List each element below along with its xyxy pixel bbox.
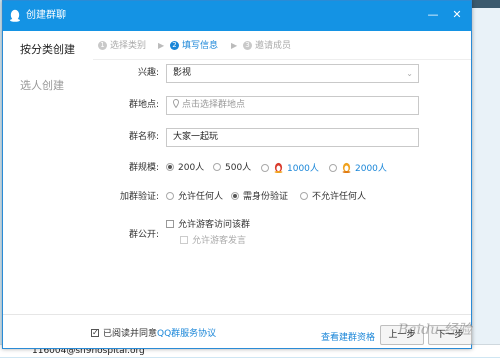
- radio-icon: [329, 164, 337, 172]
- close-icon[interactable]: ✕: [449, 7, 465, 23]
- group-name-input[interactable]: 大家一起玩: [166, 128, 419, 147]
- header-divider: [93, 59, 471, 60]
- interest-dropdown[interactable]: 影视 ⌄: [166, 64, 419, 83]
- checkbox-icon: [180, 236, 188, 244]
- radio-icon: [166, 192, 174, 200]
- location-label: 群地点:: [128, 100, 159, 110]
- group-size-label: 群规模:: [128, 163, 159, 173]
- watermark-logo: Baidu 经验: [398, 322, 472, 338]
- verify-radio-allow-all[interactable]: 允许任何人: [166, 191, 223, 204]
- group-size-options: 200人 500人 1000人 2000人: [166, 162, 436, 176]
- radio-icon: [213, 163, 221, 171]
- radio-selected-icon: [231, 192, 239, 200]
- radio-icon: [300, 192, 308, 200]
- radio-selected-icon: [166, 163, 174, 171]
- group-name-label: 群名称:: [128, 132, 159, 142]
- sidebar-item-by-category[interactable]: 按分类创建: [20, 41, 75, 57]
- interest-label: 兴趣:: [137, 68, 159, 78]
- background-window: [472, 0, 500, 344]
- qq-penguin-icon: [10, 9, 20, 22]
- footer-divider: [3, 314, 471, 315]
- step-select-category: 1 选择类别: [98, 40, 146, 52]
- chevron-right-icon: ▶: [158, 41, 165, 50]
- size-radio-500[interactable]: 500人: [213, 162, 251, 175]
- group-name-value: 大家一起玩: [173, 132, 219, 142]
- join-verify-options: 允许任何人 需身份验证 不允许任何人: [166, 191, 426, 205]
- title-bar[interactable]: 创建群聊 — ✕: [3, 1, 471, 31]
- checkbox-icon: [166, 220, 174, 228]
- location-field[interactable]: 点击选择群地点: [166, 96, 419, 115]
- agreement: 已阅读并同意QQ群服务协议: [91, 327, 216, 340]
- sidebar: 按分类创建 选人创建: [3, 31, 93, 348]
- qualification-link[interactable]: 查看建群资格: [321, 330, 375, 343]
- step-invite-members: 3 邀请成员: [243, 40, 291, 52]
- verify-radio-need-verify[interactable]: 需身份验证: [231, 191, 288, 204]
- allow-guest-view-checkbox[interactable]: 允许游客访问该群: [166, 219, 250, 231]
- chevron-right-icon: ▶: [231, 41, 238, 50]
- minimize-icon[interactable]: —: [425, 7, 441, 23]
- public-label: 群公开:: [128, 230, 159, 240]
- join-verify-label: 加群验证:: [119, 192, 159, 202]
- location-placeholder: 点击选择群地点: [182, 100, 246, 110]
- create-group-dialog: 创建群聊 — ✕ 按分类创建 选人创建 1 选择类别 ▶ 2 填写信息 ▶ 3 邀请成…: [2, 0, 472, 349]
- location-pin-icon: [173, 99, 179, 108]
- size-radio-2000[interactable]: 2000人: [329, 162, 387, 176]
- step-fill-info: 2 填写信息: [170, 40, 218, 52]
- background-window-edge: [472, 0, 500, 8]
- agree-checkbox[interactable]: [91, 327, 99, 339]
- penguin-svip-icon: [342, 162, 351, 173]
- size-radio-200[interactable]: 200人: [166, 162, 204, 175]
- agree-text: 已阅读并同意: [103, 329, 158, 339]
- size-radio-1000[interactable]: 1000人: [261, 162, 319, 176]
- allow-guest-speak-checkbox[interactable]: 允许游客发言: [180, 235, 246, 247]
- verify-radio-deny-all[interactable]: 不允许任何人: [300, 191, 366, 204]
- penguin-vip-icon: [274, 162, 283, 173]
- interest-value: 影视: [173, 68, 192, 78]
- window-title: 创建群聊: [26, 10, 66, 21]
- sidebar-item-by-people[interactable]: 选人创建: [20, 77, 64, 93]
- service-agreement-link[interactable]: QQ群服务协议: [157, 329, 216, 339]
- chevron-down-icon: ⌄: [406, 69, 413, 78]
- radio-icon: [261, 164, 269, 172]
